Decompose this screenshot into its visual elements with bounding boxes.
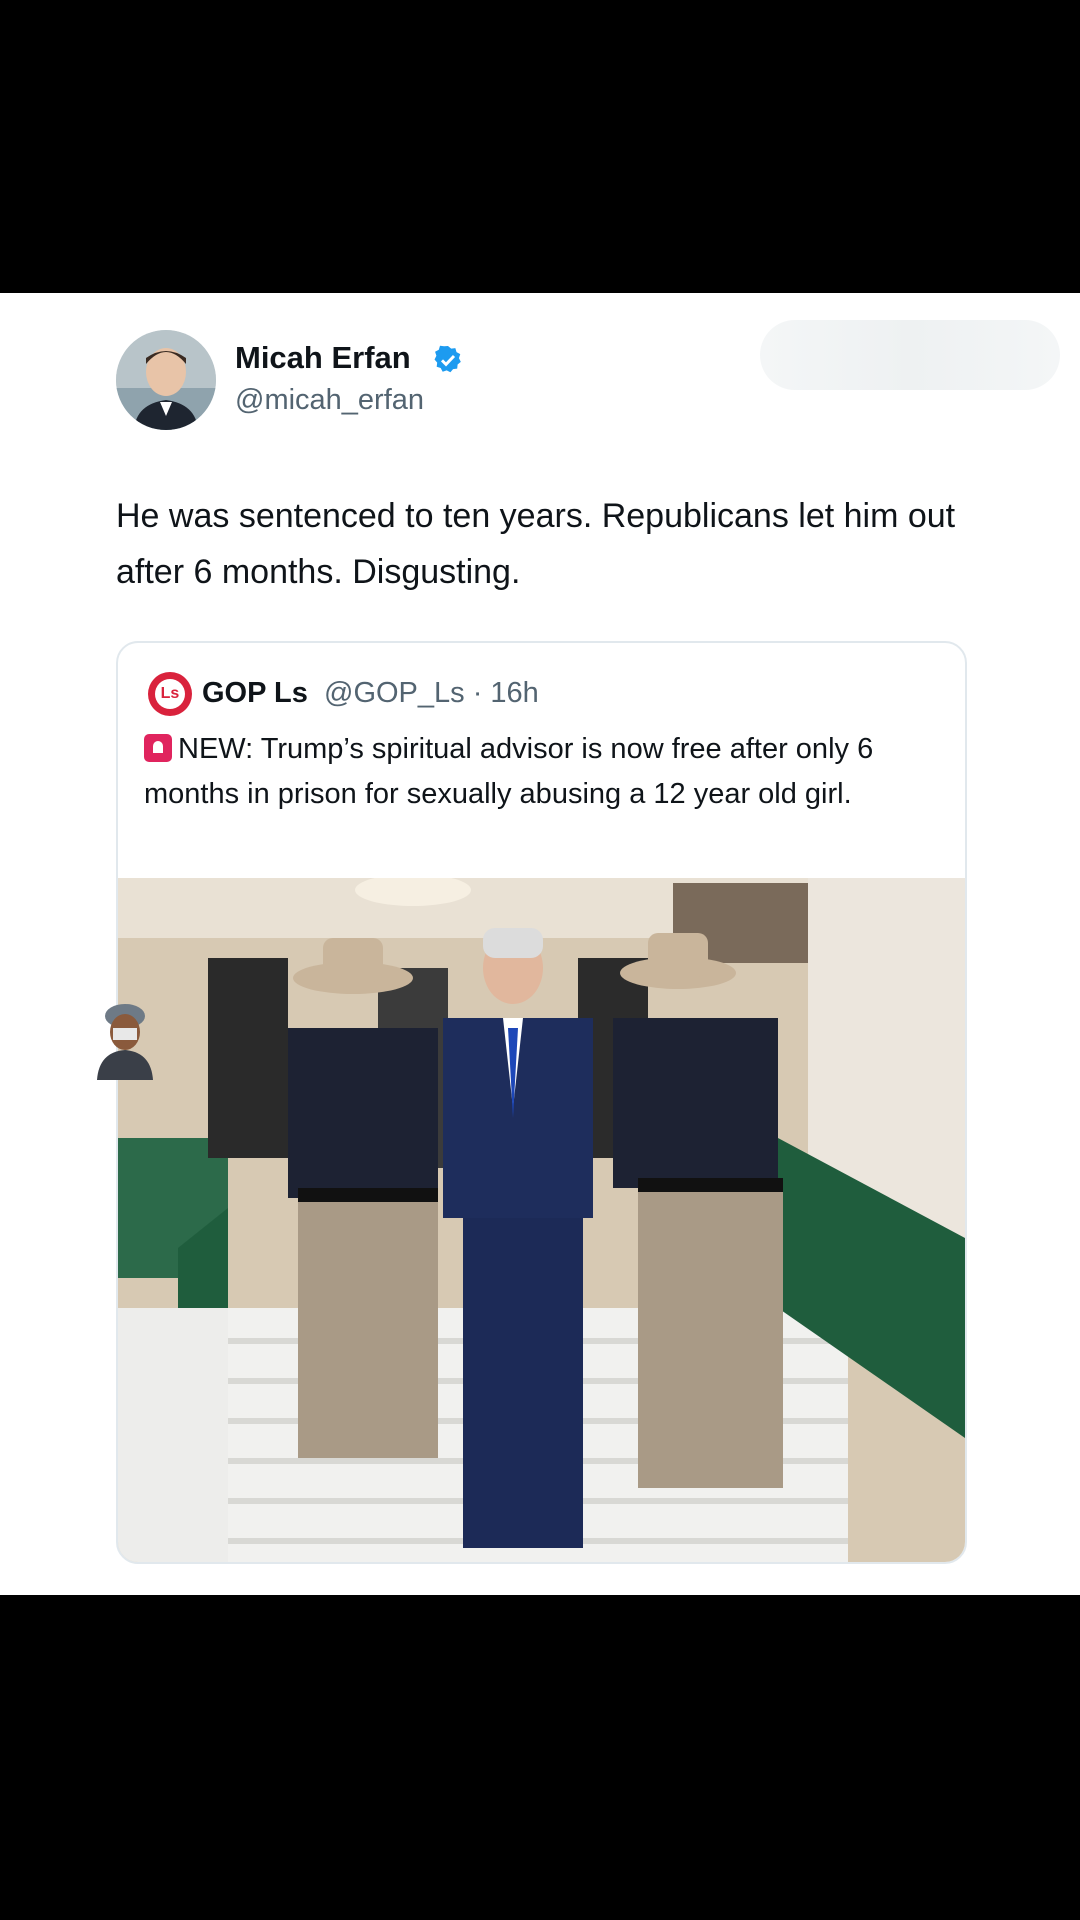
author-handle[interactable]: @micah_erfan [235,384,424,417]
quoted-text-block: NEW: Trump’s spiritual advisor is now fr… [144,727,934,817]
logo-text: Ls [155,679,185,709]
quoted-photo[interactable] [118,878,965,1562]
siren-icon [144,734,172,762]
blurred-area [760,320,1060,390]
quoted-text: NEW: Trump’s spiritual advisor is now fr… [144,733,874,810]
verified-badge-icon [434,345,461,373]
quoted-author-meta: @GOP_Ls · 16h [324,677,539,709]
user-sticker-icon [97,1004,153,1080]
author-name[interactable]: Micah Erfan [235,340,411,376]
avatar[interactable] [116,330,216,430]
quoted-tweet[interactable]: Ls GOP Ls @GOP_Ls · 16h NEW: Trump’s spi… [116,641,967,1564]
tweet-text: He was sentenced to ten years. Republica… [116,497,956,591]
gop-ls-logo-icon: Ls [148,672,192,716]
quoted-author-name[interactable]: GOP Ls [202,677,308,710]
